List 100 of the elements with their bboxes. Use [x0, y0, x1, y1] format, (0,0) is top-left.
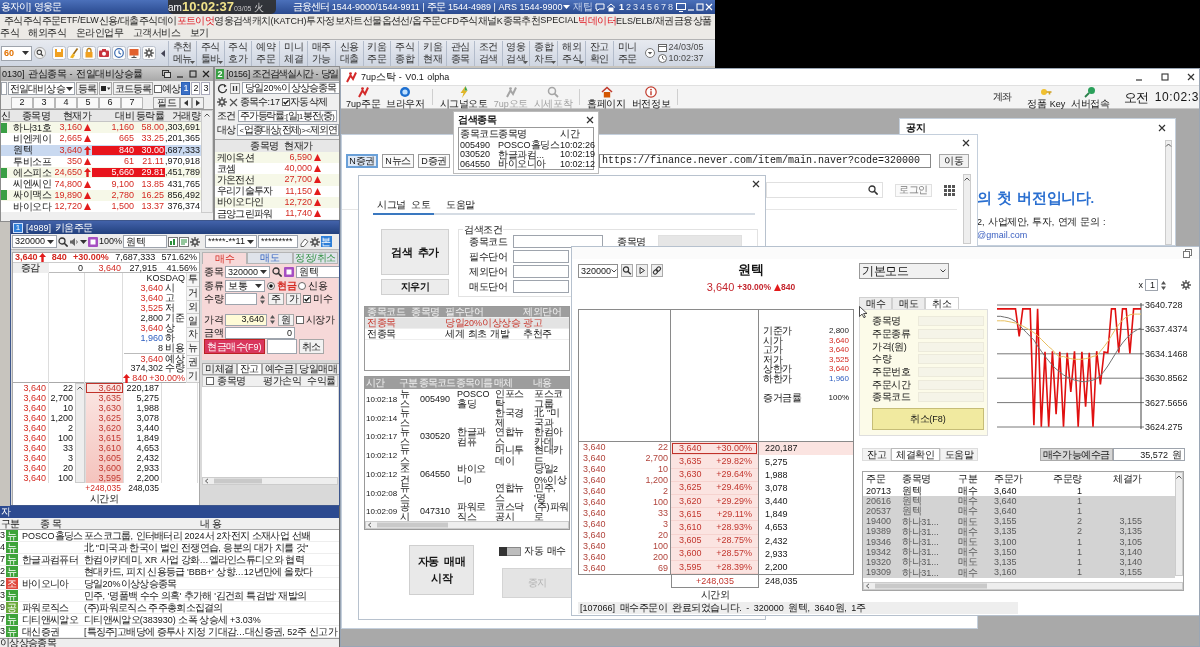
scroll-left-button[interactable] — [180, 96, 192, 109]
order-tab[interactable]: 취소 — [925, 297, 959, 309]
screen-button[interactable]: 8 — [667, 2, 674, 12]
close-icon[interactable] — [586, 115, 594, 124]
scrollbar[interactable] — [201, 110, 213, 213]
login-button[interactable]: 로그인 — [895, 183, 932, 197]
quantity-field[interactable] — [225, 293, 257, 306]
group-tab[interactable]: 2 — [11, 96, 33, 109]
close-icon[interactable] — [962, 139, 970, 147]
license-key-button[interactable]: 정품 Key — [1023, 86, 1069, 108]
scrollbar[interactable] — [1165, 140, 1172, 245]
camera-icon[interactable] — [97, 46, 111, 60]
menu-item[interactable]: 금융상품 — [673, 15, 712, 26]
account-button[interactable]: 계좌 — [989, 86, 1015, 108]
register-button[interactable]: 등록 — [75, 82, 98, 95]
table-row[interactable]: 19389 하나31... 매수 3,135 2 3,135 — [863, 526, 1175, 537]
refresh-icon[interactable] — [217, 82, 228, 94]
table-row[interactable]: 하나31호 3,160 1,160 58.00,303,691 — [1, 122, 201, 134]
tab[interactable]: 도움말 — [939, 448, 979, 461]
link-icon[interactable] — [651, 264, 663, 277]
toolbar-button[interactable]: 조건 검색 — [473, 40, 502, 66]
table-row[interactable]: 에스피소 24,650 5,660 29.81,451,789 — [1, 167, 201, 179]
scrollbar[interactable] — [202, 477, 338, 485]
toolbar-button[interactable]: 주식 종합 — [390, 40, 419, 66]
settings-icon[interactable] — [190, 236, 201, 247]
table-row[interactable]: 19346 하나31... 매도 3,100 1 3,105 — [863, 536, 1175, 548]
checkbox[interactable] — [295, 315, 304, 324]
radio-button[interactable] — [298, 281, 306, 290]
site-button[interactable]: N증권 — [346, 154, 378, 168]
site-button[interactable]: D증권 — [418, 154, 450, 168]
toolbar-button[interactable]: 홈페이지 — [584, 86, 629, 108]
settings-icon[interactable] — [217, 97, 227, 107]
settings-icon[interactable] — [142, 46, 156, 60]
input-field[interactable] — [513, 280, 569, 293]
side-tab[interactable]: 기 — [187, 369, 199, 383]
menu-item[interactable]: 주식 — [0, 28, 20, 38]
search-icon[interactable] — [58, 236, 69, 247]
spinner-icon[interactable] — [259, 293, 266, 305]
menu-item[interactable]: 신용/대출 — [98, 15, 139, 26]
input-field[interactable] — [1, 82, 7, 95]
toolbar-button[interactable]: 잔고 확인 — [584, 40, 613, 66]
menu-item[interactable]: 채널K — [477, 15, 503, 26]
group-select[interactable]: 전일대비상승 — [8, 82, 75, 95]
spinner-icon[interactable] — [269, 314, 276, 326]
play-icon[interactable] — [636, 264, 648, 277]
monitor-icon[interactable] — [676, 2, 686, 12]
scrollbar[interactable] — [75, 383, 85, 483]
toolbar-button[interactable]: 7up주문 — [343, 86, 384, 108]
toolbar-button[interactable]: 예약 주문 — [251, 40, 280, 66]
code-select[interactable]: 320000 — [578, 264, 618, 278]
condition-field[interactable]: 당일20%이상상승종목 — [242, 82, 339, 94]
go-button[interactable]: 이동 — [939, 154, 969, 168]
tab[interactable]: 잔고 — [236, 363, 262, 375]
side-tab[interactable]: 일 — [187, 314, 199, 328]
menu-item[interactable]: 영웅검색 — [214, 15, 252, 26]
toolbar-button[interactable]: 영웅 검색 — [501, 40, 530, 66]
multiplier-field[interactable]: 1 — [1145, 279, 1158, 291]
monitor-icon[interactable] — [127, 46, 141, 60]
menu-item[interactable]: 차트 — [344, 15, 363, 26]
spinner-icon[interactable] — [1160, 279, 1167, 291]
chat-icon[interactable] — [594, 2, 605, 12]
toolbar-button[interactable]: 브라우저 — [383, 86, 428, 108]
clear-button[interactable]: 지우기 — [381, 279, 449, 295]
tab[interactable]: 잔고 — [862, 448, 892, 461]
cancel-button[interactable]: 취소 — [298, 339, 324, 355]
order-tab[interactable]: 매수 — [202, 252, 248, 264]
add-search-button[interactable]: 검색 추가 — [381, 229, 449, 275]
menu-item[interactable]: 주식주문 — [22, 15, 61, 26]
toolbar-button[interactable]: 신용 대출 — [334, 40, 363, 66]
toolbar-button[interactable]: 미니 체결 — [279, 40, 307, 66]
buy-button[interactable]: 현금매수(F9) — [204, 339, 265, 355]
stock-name-field[interactable]: 원텍 — [296, 266, 339, 279]
dropdown-icon[interactable] — [644, 48, 655, 58]
screen-button[interactable]: 4 — [638, 2, 646, 12]
input-field[interactable] — [513, 250, 569, 263]
toolbar-button[interactable]: 버전정보 — [628, 86, 674, 108]
search-icon[interactable] — [272, 267, 283, 278]
code-select[interactable]: 320000 — [225, 266, 271, 279]
order-type-select[interactable]: 보통 — [225, 279, 265, 292]
input-field[interactable] — [513, 235, 603, 248]
scrollbar[interactable] — [963, 174, 971, 244]
toolbar-button[interactable]: 매주 가능 — [307, 40, 335, 66]
toolbar-button[interactable]: 주식 툴바 — [195, 40, 224, 66]
settings-icon[interactable] — [1181, 280, 1191, 290]
table-row[interactable]: 20537 원텍 매수 3,640 1 — [863, 506, 1175, 517]
amount-field[interactable]: 0 — [225, 327, 295, 340]
menu-item[interactable]: 주식 — [4, 15, 23, 26]
tab[interactable]: 미체결 — [202, 363, 237, 375]
toolbar-button[interactable]: 추천 메뉴 — [168, 40, 196, 66]
checkbox[interactable] — [282, 98, 291, 106]
email-link[interactable]: @gmail.com — [977, 231, 1165, 240]
checkbox[interactable] — [154, 84, 163, 93]
copy-icon[interactable] — [162, 70, 171, 78]
search-icon[interactable] — [34, 47, 46, 59]
cancel-order-button[interactable]: 취소(F8) — [872, 407, 984, 430]
tab[interactable]: 도움말 — [442, 200, 479, 215]
scrollbar[interactable] — [863, 582, 1183, 590]
brush-icon[interactable] — [67, 46, 81, 60]
scroll-left-icon[interactable] — [161, 49, 165, 57]
stock-name-field[interactable]: 원텍 — [123, 235, 168, 248]
